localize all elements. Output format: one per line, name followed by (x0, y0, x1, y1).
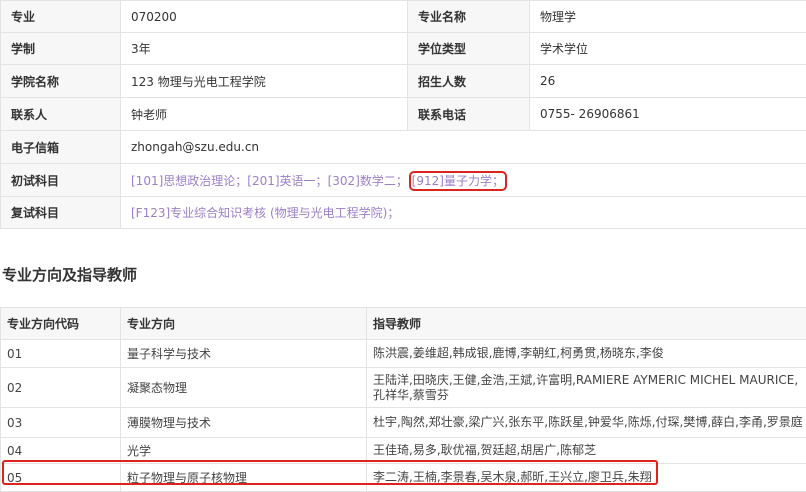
email-label: 电子信箱 (1, 131, 121, 164)
enroll-label: 招生人数 (408, 65, 530, 98)
enroll-value: 26 (530, 65, 806, 98)
college-value: 123 物理与光电工程学院 (121, 65, 408, 98)
duration-label: 学制 (1, 33, 121, 65)
table-row: 01 量子科学与技术 陈洪震,姜维超,韩成银,鹿博,李朝红,柯勇贯,杨晓东,李俊 (1, 340, 806, 368)
direction-name: 凝聚态物理 (121, 368, 367, 408)
info-row-email: 电子信箱 zhongah@szu.edu.cn (1, 131, 806, 164)
subject-link-302[interactable]: [302]数学二； (328, 174, 408, 188)
section-title: 专业方向及指导教师 (2, 264, 137, 285)
direction-code: 04 (1, 438, 121, 464)
phone-label: 联系电话 (408, 98, 530, 131)
direction-advisors: 李二涛,王楠,李景春,吴木泉,郝昕,王兴立,廖卫兵,朱翔 (367, 464, 806, 492)
subject-link-f123[interactable]: [F123]专业综合知识考核 (物理与光电工程学院)； (131, 206, 399, 220)
phone-value: 0755- 26906861 (530, 98, 806, 131)
retest-subject: [F123]专业综合知识考核 (物理与光电工程学院)； (121, 197, 806, 229)
major-value: 070200 (121, 1, 408, 33)
info-row-duration: 学制 3年 学位类型 学术学位 (1, 33, 806, 65)
header-direction-code: 专业方向代码 (1, 308, 121, 340)
college-label: 学院名称 (1, 65, 121, 98)
direction-advisors: 王陆洋,田晓庆,王健,金浩,王斌,许富明,RAMIERE AYMERIC MIC… (367, 368, 806, 408)
direction-name: 薄膜物理与技术 (121, 408, 367, 438)
direction-code: 02 (1, 368, 121, 408)
directions-header-row: 专业方向代码 专业方向 指导教师 (1, 308, 806, 340)
retest-label: 复试科目 (1, 197, 121, 229)
direction-code: 01 (1, 340, 121, 368)
direction-advisors: 杜宇,陶然,郑壮豪,梁广兴,张东平,陈跃星,钟爱华,陈烁,付琛,樊博,薛白,李甬… (367, 408, 806, 438)
direction-name: 量子科学与技术 (121, 340, 367, 368)
direction-code: 03 (1, 408, 121, 438)
info-row-college: 学院名称 123 物理与光电工程学院 招生人数 26 (1, 65, 806, 98)
program-info-table: 专业 070200 专业名称 物理学 学制 3年 学位类型 学术学位 学院名称 … (0, 0, 806, 229)
table-row: 03 薄膜物理与技术 杜宇,陶然,郑壮豪,梁广兴,张东平,陈跃星,钟爱华,陈烁,… (1, 408, 806, 438)
table-row-highlighted: 05 粒子物理与原子核物理 李二涛,王楠,李景春,吴木泉,郝昕,王兴立,廖卫兵,… (1, 464, 806, 492)
subject-link-201[interactable]: [201]英语一； (247, 174, 327, 188)
initial-exam-label: 初试科目 (1, 164, 121, 197)
direction-name: 光学 (121, 438, 367, 464)
header-advisors: 指导教师 (367, 308, 806, 340)
major-name-label: 专业名称 (408, 1, 530, 33)
directions-table: 专业方向代码 专业方向 指导教师 01 量子科学与技术 陈洪震,姜维超,韩成银,… (0, 307, 806, 492)
direction-name: 粒子物理与原子核物理 (121, 464, 367, 492)
table-row: 02 凝聚态物理 王陆洋,田晓庆,王健,金浩,王斌,许富明,RAMIERE AY… (1, 368, 806, 408)
info-row-major: 专业 070200 专业名称 物理学 (1, 1, 806, 33)
major-label: 专业 (1, 1, 121, 33)
table-row: 04 光学 王佳琦,易多,耿优福,贺廷超,胡居广,陈郁芝 (1, 438, 806, 464)
degree-type-label: 学位类型 (408, 33, 530, 65)
header-direction-name: 专业方向 (121, 308, 367, 340)
degree-type-value: 学术学位 (530, 33, 806, 65)
info-row-contact: 联系人 钟老师 联系电话 0755- 26906861 (1, 98, 806, 131)
email-value: zhongah@szu.edu.cn (121, 131, 806, 164)
info-row-retest: 复试科目 [F123]专业综合知识考核 (物理与光电工程学院)； (1, 197, 806, 229)
subject-link-101[interactable]: [101]思想政治理论； (131, 174, 247, 188)
direction-advisors: 王佳琦,易多,耿优福,贺廷超,胡居广,陈郁芝 (367, 438, 806, 464)
contact-label: 联系人 (1, 98, 121, 131)
direction-advisors: 陈洪震,姜维超,韩成银,鹿博,李朝红,柯勇贯,杨晓东,李俊 (367, 340, 806, 368)
subject-link-912-highlighted[interactable]: [912]量子力学； (412, 174, 504, 188)
direction-code: 05 (1, 464, 121, 492)
contact-value: 钟老师 (121, 98, 408, 131)
info-row-initial-exam: 初试科目 [101]思想政治理论；[201]英语一；[302]数学二； [912… (1, 164, 806, 197)
duration-value: 3年 (121, 33, 408, 65)
major-name-value: 物理学 (530, 1, 806, 33)
initial-exam-subjects: [101]思想政治理论；[201]英语一；[302]数学二； [912]量子力学… (121, 164, 806, 197)
